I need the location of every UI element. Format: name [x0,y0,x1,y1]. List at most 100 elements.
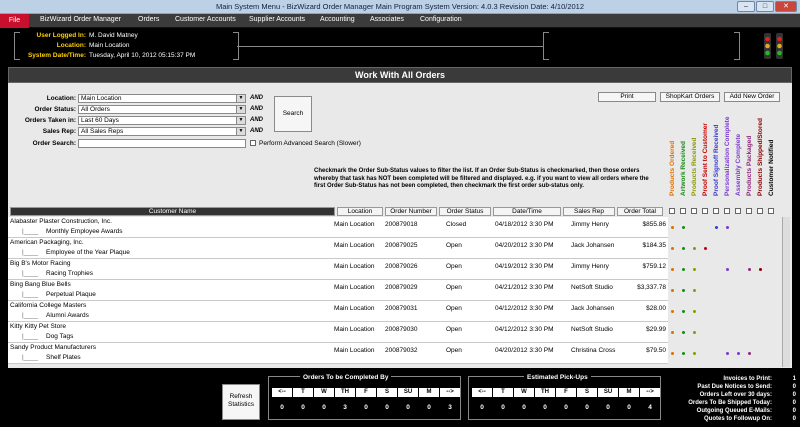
location-select[interactable]: Main Location ▼ [78,94,246,103]
row-item: Shelf Plates [46,354,81,361]
substatus-checkbox[interactable] [724,208,730,214]
day-header[interactable]: TH [335,388,355,397]
taken-select[interactable]: Last 60 Days ▼ [78,116,246,125]
status-dot [693,310,696,313]
substatus-checkbox[interactable] [702,208,708,214]
menu-configuration[interactable]: Configuration [420,16,462,23]
column-order-total[interactable]: Order Total [617,207,663,216]
rep-select[interactable]: All Sales Reps ▼ [78,127,246,136]
row-datetime: 04/18/2012 3:30 PM [495,221,554,228]
column-customer-name[interactable]: Customer Name [10,207,335,216]
file-menu[interactable]: File [0,14,29,28]
column-datetime[interactable]: Date/Time [493,207,561,216]
day-header[interactable]: F [356,388,376,397]
row-sales-rep: NetSoft Studio [571,284,613,291]
day-header[interactable]: T [293,388,313,397]
substatus-checkbox[interactable] [746,208,752,214]
menu-customer-accounts[interactable]: Customer Accounts [175,16,236,23]
day-header[interactable]: --> [440,388,460,397]
day-count: 0 [427,404,431,411]
substatus-checkbox[interactable] [669,208,675,214]
menu-supplier-accounts[interactable]: Supplier Accounts [249,16,305,23]
menu-associates[interactable]: Associates [370,16,404,23]
row-location: Main Location [334,326,375,333]
day-header[interactable]: W [514,388,534,397]
day-count: 0 [606,404,610,411]
table-row[interactable]: Kitty Kitty Pet Store Main Location 200879… [8,322,668,343]
substatus-checkbox[interactable] [713,208,719,214]
list-scrollbar[interactable] [782,217,790,367]
close-button[interactable]: ✕ [775,1,797,12]
substatus-label: Products Shipped/Stored [757,117,764,196]
refresh-statistics-button[interactable]: Refresh Statistics [222,384,260,420]
status-dot [682,352,685,355]
menu-accounting[interactable]: Accounting [320,16,355,23]
row-location: Main Location [334,347,375,354]
filter-instructions: Checkmark the Order Sub-Status values to… [314,168,649,189]
minimize-button[interactable]: – [737,1,755,12]
session-header: User Logged In: M. David Matney Location… [0,28,800,66]
day-header[interactable]: F [556,388,576,397]
day-header[interactable]: M [419,388,439,397]
customer-name: Kitty Kitty Pet Store [10,323,66,330]
table-row[interactable]: Bing Bang Blue Bells Main Location 2008790… [8,280,668,301]
shopkart-orders-button[interactable]: ShopKart Orders [660,92,720,102]
status-dot [693,352,696,355]
pickups-title: Estimated Pick-Ups [524,374,591,381]
menu-orders[interactable]: Orders [138,16,159,23]
day-header[interactable]: M [619,388,639,397]
day-count: 0 [501,404,505,411]
column-location[interactable]: Location [337,207,383,216]
substatus-checkbox[interactable] [735,208,741,214]
menu-bizwizard[interactable]: BizWizard Order Manager [40,16,121,23]
substatus-label: Customer Notified [768,139,775,196]
status-dot [704,247,707,250]
substatus-checkbox[interactable] [768,208,774,214]
print-button[interactable]: Print [598,92,656,102]
search-button[interactable]: Search [274,96,312,132]
substatus-checkbox[interactable] [680,208,686,214]
column-order-number[interactable]: Order Number [385,207,437,216]
row-order-total: $29.99 [646,326,666,333]
day-count: 0 [480,404,484,411]
day-header[interactable]: T [493,388,513,397]
column-sales-rep[interactable]: Sales Rep [563,207,615,216]
day-header[interactable]: <-- [272,388,292,397]
customer-name: Sandy Product Manufacturers [10,344,96,351]
day-header[interactable]: SU [398,388,418,397]
table-row[interactable]: Alabaster Plaster Construction, Inc. Main… [8,217,668,238]
datetime-label: System Date/Time: [27,52,86,59]
row-order-status: Open [446,263,462,270]
row-sales-rep: Jack Johansen [571,305,615,312]
tree-branch-icon: |____ [22,270,39,277]
day-header[interactable]: S [377,388,397,397]
and-label: AND [250,117,263,123]
column-order-status[interactable]: Order Status [439,207,491,216]
status-dot [682,310,685,313]
menu-bar: File BizWizard Order Manager Orders Cust… [0,14,800,28]
order-search-input[interactable] [78,139,246,148]
day-header[interactable]: W [314,388,334,397]
table-row[interactable]: Sandy Product Manufacturers Main Location… [8,343,668,364]
day-header[interactable]: <-- [472,388,492,397]
table-row[interactable]: American Packaging, Inc. Main Location 200… [8,238,668,259]
day-header[interactable]: SU [598,388,618,397]
substatus-checkbox[interactable] [757,208,763,214]
status-dot [682,289,685,292]
status-dot [682,331,685,334]
status-dot [693,289,696,292]
row-order-number: 200879025 [385,242,418,249]
maximize-button[interactable]: □ [756,1,774,12]
tree-branch-icon: |____ [22,291,39,298]
day-header[interactable]: TH [535,388,555,397]
table-row[interactable]: Big B's Motor Racing Main Location 2008790… [8,259,668,280]
status-select[interactable]: All Orders ▼ [78,105,246,114]
table-row[interactable]: California College Masters Main Location 2… [8,301,668,322]
add-new-order-button[interactable]: Add New Order [724,92,780,102]
row-sales-rep: Jimmy Henry [571,221,609,228]
substatus-checkbox[interactable] [691,208,697,214]
advanced-search-checkbox[interactable] [250,140,256,146]
row-order-number: 200879030 [385,326,418,333]
day-header[interactable]: S [577,388,597,397]
row-order-total: $28.00 [646,305,666,312]
